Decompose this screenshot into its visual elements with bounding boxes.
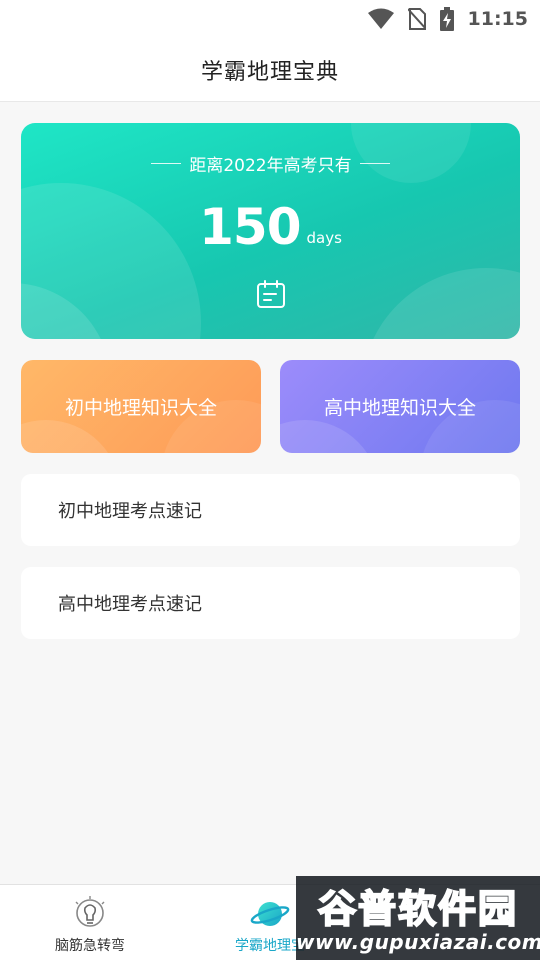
decor-circle: [280, 420, 380, 453]
junior-exam-points-item[interactable]: 初中地理考点速记: [21, 474, 520, 546]
decor-circle: [361, 268, 520, 339]
watermark-url: www.gupuxiazai.com: [296, 930, 540, 954]
calendar-icon: [256, 279, 286, 309]
status-bar: 11:15: [0, 0, 540, 38]
countdown-heading-text: 距离2022年高考只有: [189, 156, 352, 176]
divider-line: [151, 163, 182, 164]
countdown-heading: 距离2022年高考只有: [21, 151, 520, 176]
no-sim-icon: [407, 8, 426, 30]
nav-item-brain-teasers[interactable]: 脑筋急转弯: [0, 885, 180, 960]
junior-geography-knowledge-button[interactable]: 初中地理知识大全: [21, 360, 261, 453]
nav-label: 脑筋急转弯: [55, 938, 125, 954]
countdown-days-unit: days: [306, 229, 342, 247]
watermark: 谷普软件园 www.gupuxiazai.com: [296, 876, 540, 960]
list-item-label: 高中地理考点速记: [58, 594, 202, 615]
senior-exam-points-item[interactable]: 高中地理考点速记: [21, 567, 520, 639]
countdown-days-number: 150: [199, 198, 301, 256]
divider-line: [359, 163, 390, 164]
list-item-label: 初中地理考点速记: [58, 501, 202, 522]
decor-circle: [21, 420, 121, 453]
planet-icon: [250, 895, 290, 933]
app-header: 学霸地理宝典: [0, 38, 540, 102]
page-title: 学霸地理宝典: [200, 59, 339, 85]
senior-geography-knowledge-button[interactable]: 高中地理知识大全: [280, 360, 520, 453]
countdown-value: 150 days: [21, 199, 520, 255]
app-screen: 11:15 学霸地理宝典 距离2022年高考只有 150 days 初中地理知识…: [0, 0, 540, 960]
watermark-title: 谷普软件园: [317, 886, 518, 932]
nav-label: 学霸地理宝: [235, 938, 305, 954]
tile-label: 高中地理知识大全: [323, 397, 476, 419]
tile-label: 初中地理知识大全: [64, 397, 217, 419]
exam-countdown-card[interactable]: 距离2022年高考只有 150 days: [21, 123, 520, 339]
lightbulb-icon: [70, 895, 110, 933]
clock: 11:15: [467, 8, 528, 30]
battery-charging-icon: [439, 7, 454, 31]
wifi-icon: [367, 8, 394, 30]
